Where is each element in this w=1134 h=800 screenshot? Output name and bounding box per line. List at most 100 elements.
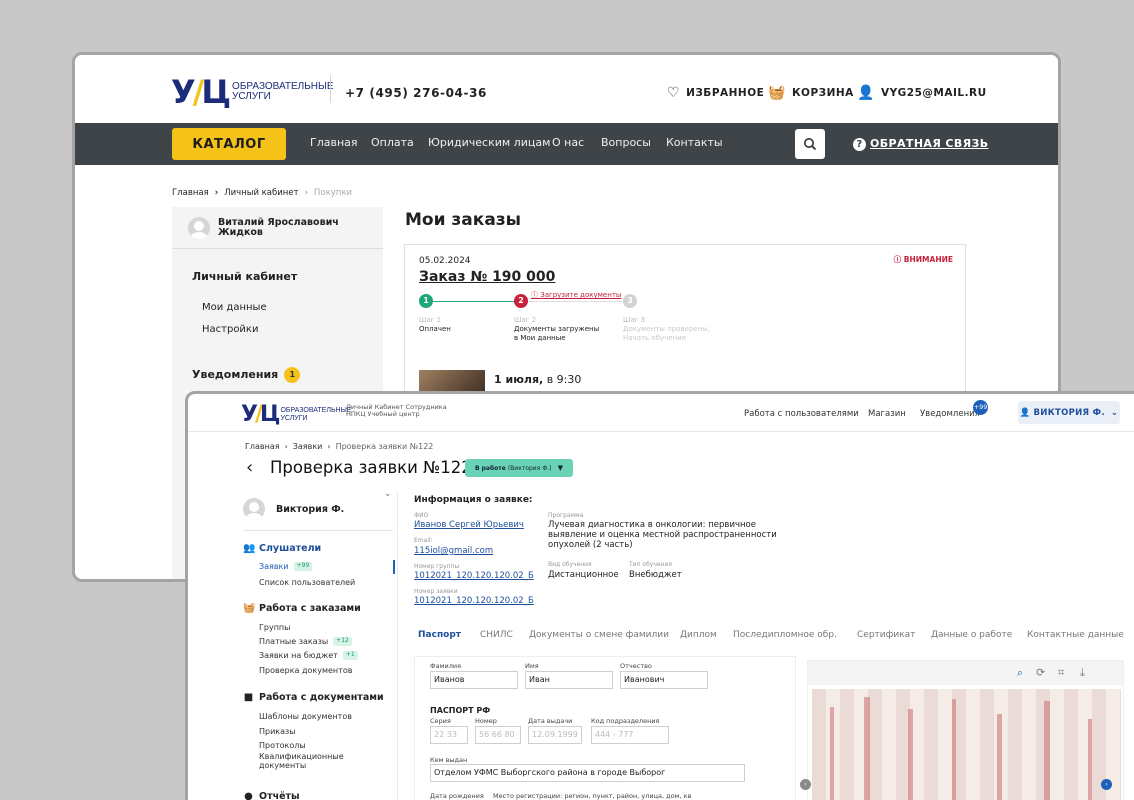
favorites-link[interactable]: ♡ ИЗБРАННОЕ — [667, 85, 764, 101]
sidebar-item-label: Заявки — [259, 562, 289, 571]
section-orders[interactable]: 🧺 Работа с заказами — [243, 603, 361, 614]
menu-users[interactable]: Работа с пользователями — [744, 409, 859, 419]
tab-postgraduate[interactable]: Последипломное обр. — [733, 630, 837, 640]
heart-icon: ♡ — [667, 85, 681, 101]
tab-name-change[interactable]: Документы о смене фамилии — [529, 630, 669, 640]
series-field[interactable]: 22 33 — [430, 726, 468, 744]
chevron-down-icon: ⌄ — [1110, 407, 1119, 418]
order-title[interactable]: Заказ № 190 000 — [419, 269, 555, 285]
status-dropdown[interactable]: В работе (Виктория Ф.) ▼ — [465, 459, 573, 477]
site-nav: КАТАЛОГ Главная Оплата Юридическим лицам… — [75, 123, 1058, 165]
count-badge: +99 — [293, 562, 313, 571]
crm-logo[interactable]: У/Ц ОБРАЗОВАТЕЛЬНЫЕ УСЛУГИ — [241, 402, 351, 427]
sidebar-item-templates[interactable]: Шаблоны документов — [259, 712, 352, 721]
catalog-button[interactable]: КАТАЛОГ — [172, 128, 286, 160]
sidebar-item-orders-docs[interactable]: Приказы — [259, 727, 296, 736]
tab-passport[interactable]: Паспорт — [418, 630, 461, 640]
menu-shop[interactable]: Магазин — [868, 409, 906, 419]
sidebar-item-protocols[interactable]: Протоколы — [259, 741, 306, 750]
prev-image-icon[interactable]: ‹ — [800, 779, 811, 790]
section-reports[interactable]: ● Отчёты — [243, 791, 300, 800]
group-value[interactable]: 1012021_120.120.120.02_Б — [414, 571, 534, 581]
status-assignee: (Виктория Ф.) — [507, 464, 552, 472]
issued-by-label: Кем выдан — [430, 756, 468, 764]
next-image-icon[interactable]: › — [1101, 779, 1112, 790]
download-icon[interactable]: ⤓ — [1080, 666, 1085, 680]
info-icon: ● — [244, 791, 253, 800]
sidebar-item-settings[interactable]: Настройки — [202, 324, 258, 335]
sidebar-item-qualification[interactable]: Квалификационные документы — [259, 752, 344, 770]
section-documents[interactable]: ■ Работа с документами — [243, 692, 384, 703]
fio-value[interactable]: Иванов Сергей Юрьевич — [414, 520, 524, 530]
issued-by-field[interactable]: Отделом УФМС Выборгского района в городе… — [430, 764, 745, 782]
sidebar-item-user-list[interactable]: Список пользователей — [259, 578, 355, 587]
nav-link-contacts[interactable]: Контакты — [666, 136, 723, 149]
breadcrumb-requests[interactable]: Заявки — [293, 442, 323, 451]
step-1-text: Оплачен — [419, 324, 451, 333]
user-menu-button[interactable]: 👤 ВИКТОРИЯ Ф. ⌄ — [1018, 401, 1120, 424]
collapse-sidebar-icon[interactable]: ⌄ — [384, 489, 392, 499]
crop-icon[interactable]: ⌗ — [1058, 666, 1064, 680]
breadcrumb-home[interactable]: Главная — [172, 188, 209, 198]
nav-link-home[interactable]: Главная — [310, 136, 358, 149]
program-key: Программа — [548, 512, 584, 519]
feedback-link[interactable]: ? ОБРАТНАЯ СВЯЗЬ — [853, 137, 989, 151]
account-link[interactable]: 👤 VYG25@MAIL.RU — [857, 85, 987, 101]
sidebar-item-budget-requests[interactable]: Заявки на бюджет +1 — [259, 651, 358, 660]
tab-work-data[interactable]: Данные о работе — [931, 630, 1012, 640]
surname-field[interactable]: Иванов — [430, 671, 518, 689]
study-type-key: Тип обучения — [629, 561, 672, 568]
search-icon — [804, 138, 817, 151]
zoom-icon[interactable]: ⌕ — [1017, 666, 1023, 680]
breadcrumb-home[interactable]: Главная — [245, 442, 280, 451]
site-header: У/Ц ОБРАЗОВАТЕЛЬНЫЕ УСЛУГИ +7 (495) 276-… — [75, 55, 1058, 123]
sidebar-item-my-data[interactable]: Мои данные — [202, 302, 267, 313]
rotate-icon[interactable]: ⟳ — [1036, 666, 1045, 679]
menu-notifications[interactable]: Уведомления — [920, 409, 980, 419]
search-button[interactable] — [795, 129, 825, 159]
sidebar-item-doc-check[interactable]: Проверка документов — [259, 666, 352, 675]
nav-link-payment[interactable]: Оплата — [371, 136, 414, 149]
tab-diploma[interactable]: Диплом — [680, 630, 717, 640]
tab-snils[interactable]: СНИЛС — [480, 630, 513, 640]
step-3-text-1: Документы проверены, — [623, 324, 710, 333]
fio-key: ФИО — [414, 512, 429, 519]
nav-link-faq[interactable]: Вопросы — [601, 136, 651, 149]
breadcrumb: Главная › Личный кабинет › Покупки — [172, 188, 352, 198]
nav-link-about[interactable]: О нас — [552, 136, 584, 149]
dept-code-field[interactable]: 444 - 777 — [591, 726, 669, 744]
header-divider — [330, 75, 331, 103]
step-3-dot: 3 — [623, 294, 637, 308]
step-2-text-1: Документы загружены — [514, 324, 600, 333]
patronymic-field[interactable]: Иванович — [620, 671, 708, 689]
sidebar-item-groups[interactable]: Группы — [259, 623, 290, 632]
sidebar-user-name: Виктория Ф. — [276, 503, 345, 515]
request-value[interactable]: 1012021_120.120.120.02_Б — [414, 596, 534, 606]
phone-number[interactable]: +7 (495) 276-04-36 — [345, 86, 487, 100]
alert-icon: ⓘ — [531, 291, 541, 299]
step-connector-pending — [527, 301, 623, 302]
notifications-heading[interactable]: Уведомления 1 — [192, 367, 301, 383]
tab-certificate[interactable]: Сертификат — [857, 630, 915, 640]
sidebar-item-requests[interactable]: Заявки +99 — [259, 562, 313, 571]
notifications-label: Уведомления — [192, 368, 279, 381]
upload-docs-link[interactable]: ⓘ Загрузите документы — [531, 290, 621, 300]
patronymic-label: Отчество — [620, 662, 652, 670]
cart-link[interactable]: 🧺 КОРЗИНА — [768, 85, 854, 101]
tab-contacts[interactable]: Контактные данные — [1027, 630, 1124, 640]
breadcrumb-cabinet[interactable]: Личный кабинет — [224, 188, 298, 198]
back-arrow-icon[interactable]: ‹ — [246, 457, 253, 478]
user-menu-label: ВИКТОРИЯ Ф. — [1033, 407, 1105, 418]
step-3-text-2: Начать обучение — [623, 333, 687, 342]
sidebar-item-paid-orders[interactable]: Платные заказы +12 — [259, 637, 352, 646]
site-logo[interactable]: У/Ц ОБРАЗОВАТЕЛЬНЫЕ УСЛУГИ — [171, 73, 334, 111]
active-indicator — [393, 560, 395, 574]
nav-link-legal[interactable]: Юридическим лицам — [428, 136, 550, 149]
content-divider — [397, 492, 398, 800]
section-listeners[interactable]: 👥 Слушатели — [243, 543, 321, 554]
count-badge: +12 — [333, 637, 352, 646]
number-field[interactable]: 56 66 80 — [475, 726, 521, 744]
issue-date-field[interactable]: 12.09.1999 — [528, 726, 582, 744]
name-field[interactable]: Иван — [525, 671, 613, 689]
email-value[interactable]: 115iol@gmail.com — [414, 546, 493, 556]
